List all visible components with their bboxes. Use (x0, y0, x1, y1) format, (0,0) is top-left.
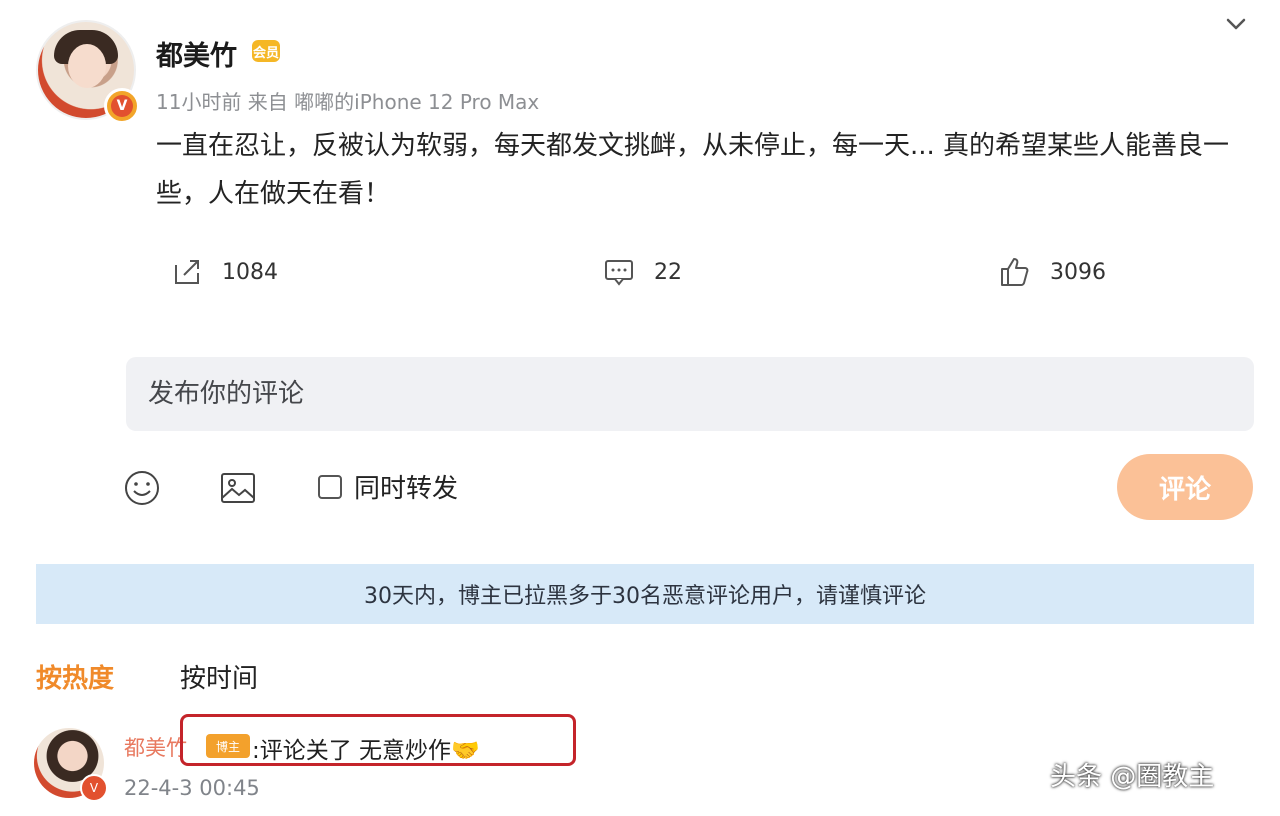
author-name[interactable]: 都美竹 (156, 34, 237, 73)
repost-button[interactable]: 1084 (170, 250, 278, 294)
submit-comment-button[interactable]: 评论 (1117, 454, 1253, 520)
comment-verified-badge: V (80, 774, 108, 802)
watermark: 头条 @圈教主 (1050, 762, 1215, 792)
repost-toggle[interactable]: 同时转发 (318, 468, 458, 505)
like-count: 3096 (1050, 259, 1106, 285)
vip-badge-icon: 会员 (252, 40, 280, 62)
blocklist-notice: 30天内，博主已拉黑多于30名恶意评论用户，请谨慎评论 (36, 564, 1254, 624)
like-button[interactable]: 3096 (998, 250, 1106, 294)
comment-time: 22-4-3 00:45 (124, 776, 260, 800)
post-text: 一直在忍让，反被认为软弱，每天都发文挑衅，从未停止，每一天... 真的希望某些人… (156, 131, 1230, 209)
image-icon[interactable] (218, 468, 258, 508)
repost-icon (175, 260, 199, 284)
chevron-down-icon[interactable] (1222, 10, 1250, 38)
comment-author[interactable]: 都美竹 (124, 732, 187, 762)
comment-input[interactable] (126, 357, 1254, 431)
comment-icon (605, 260, 633, 286)
repost-checkbox[interactable] (318, 474, 342, 499)
tab-sort-time[interactable]: 按时间 (180, 658, 258, 695)
repost-count: 1084 (222, 259, 278, 285)
avatar-face (68, 44, 106, 88)
emoji-icon[interactable] (122, 468, 162, 508)
like-icon (1001, 258, 1029, 286)
comment-button[interactable]: 22 (602, 250, 682, 294)
highlight-box (180, 714, 576, 766)
tab-sort-hot[interactable]: 按热度 (36, 658, 114, 695)
repost-label: 同时转发 (354, 474, 459, 504)
comment-count: 22 (654, 259, 682, 285)
post-meta: 11小时前 来自 嘟嘟的iPhone 12 Pro Max (156, 90, 540, 114)
verified-badge: V (104, 88, 140, 124)
